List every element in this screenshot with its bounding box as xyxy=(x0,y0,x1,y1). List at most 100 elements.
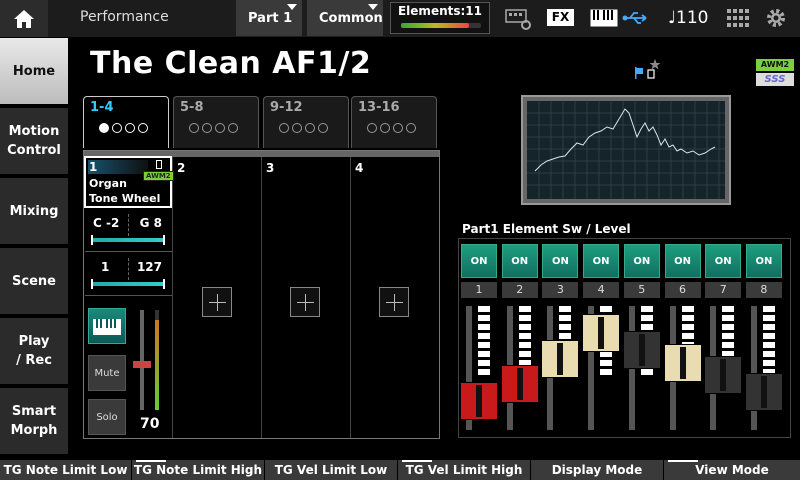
fader-cap[interactable] xyxy=(663,343,702,382)
element-6-number: 6 xyxy=(664,282,701,298)
fx-indicator[interactable]: FX xyxy=(547,9,574,26)
midi-settings-icon[interactable] xyxy=(505,7,533,31)
element-4-level-fader[interactable] xyxy=(582,302,621,430)
sss-badge: SSS xyxy=(756,73,794,86)
volume-meter-fill xyxy=(155,320,159,410)
tab-label: 1-4 xyxy=(90,100,114,115)
fader-cap[interactable] xyxy=(541,339,580,378)
fader-level-meter xyxy=(478,306,490,376)
element-3-number: 3 xyxy=(542,282,579,298)
element-7-level-fader[interactable] xyxy=(704,302,743,430)
keyboard-icon xyxy=(93,319,121,335)
element-8-number: 8 xyxy=(745,282,782,298)
fader-track xyxy=(750,306,757,430)
fader-cap[interactable] xyxy=(744,373,783,412)
home-button[interactable] xyxy=(0,0,48,37)
note-limit-high[interactable]: G 8 xyxy=(140,216,162,230)
velocity-limit-range[interactable]: 1 127 xyxy=(85,256,172,296)
element-2-on-button[interactable]: ON xyxy=(501,244,538,278)
element-6-level-fader[interactable] xyxy=(663,302,702,430)
keyboard-icon xyxy=(590,9,618,27)
tab-parts-5-8[interactable]: 5-8 xyxy=(173,96,259,148)
function-button-5[interactable]: Display Mode xyxy=(531,458,663,480)
element-1-on-button[interactable]: ON xyxy=(461,244,497,278)
part-menu[interactable]: Part 1 xyxy=(236,0,302,36)
fader-cap[interactable] xyxy=(704,356,743,395)
fader-cap[interactable] xyxy=(582,314,621,353)
function-button-label: TG Note Limit Low xyxy=(3,463,128,477)
function-button-3[interactable]: TG Vel Limit Low xyxy=(265,458,397,480)
tab-parts-9-12[interactable]: 9-12 xyxy=(263,96,349,148)
tab-parts-1-4[interactable]: 1-4 xyxy=(83,96,169,148)
common-menu[interactable]: Common xyxy=(307,0,383,36)
element-3-level-fader[interactable] xyxy=(541,302,580,430)
waveform-graph xyxy=(527,101,725,199)
vel-limit-high[interactable]: 127 xyxy=(137,260,162,274)
part-dots xyxy=(99,123,148,133)
elements-bar xyxy=(401,23,481,28)
part-number: 1 xyxy=(89,160,98,174)
add-part-button[interactable] xyxy=(290,287,320,317)
element-3-on-button[interactable]: ON xyxy=(542,244,579,278)
vel-limit-low[interactable]: 1 xyxy=(101,260,109,274)
function-button-indicator xyxy=(136,460,166,462)
keyboard-control-button[interactable] xyxy=(88,308,126,344)
note-limit-range[interactable]: C -2 G 8 xyxy=(85,212,172,252)
note-limit-low[interactable]: C -2 xyxy=(93,216,119,230)
sidebar-item-mixing[interactable]: Mixing xyxy=(0,178,68,246)
sidebar-item-play-rec[interactable]: Play / Rec xyxy=(0,318,68,386)
function-button-4[interactable]: TG Vel Limit High xyxy=(398,458,530,480)
element-6-on-button[interactable]: ON xyxy=(664,244,701,278)
flag-star-icon xyxy=(635,59,661,79)
sidebar-item-smart-morph[interactable]: Smart Morph xyxy=(0,388,68,456)
volume-slider-handle[interactable] xyxy=(133,361,151,368)
part-column-4[interactable]: 4 xyxy=(351,157,439,438)
grid-icon[interactable] xyxy=(727,9,749,27)
performance-title[interactable]: The Clean AF1/2 xyxy=(90,46,371,81)
waveform-display xyxy=(527,101,725,199)
fader-cap[interactable] xyxy=(460,381,498,420)
tab-parts-13-16[interactable]: 13-16 xyxy=(351,96,437,148)
tempo-display[interactable]: ♩110 xyxy=(668,8,708,28)
element-1-number: 1 xyxy=(461,282,497,298)
mute-button[interactable]: Mute xyxy=(88,355,126,391)
volume-value: 70 xyxy=(140,416,160,432)
volume-slider-track[interactable] xyxy=(140,310,144,410)
part-number: 3 xyxy=(266,161,275,175)
note-range-bar xyxy=(91,235,165,245)
function-button-1[interactable]: TG Note Limit Low xyxy=(0,458,131,480)
part-column-3[interactable]: 3 xyxy=(262,157,351,438)
function-button-label: TG Note Limit High xyxy=(133,463,263,477)
part-column-2[interactable]: 2 xyxy=(173,157,262,438)
function-button-2[interactable]: TG Note Limit High xyxy=(132,458,264,480)
element-2-level-fader[interactable] xyxy=(500,302,539,430)
element-7-number: 7 xyxy=(705,282,742,298)
element-8-level-fader[interactable] xyxy=(744,302,783,430)
part-number: 2 xyxy=(177,161,186,175)
solo-button[interactable]: Solo xyxy=(88,399,126,435)
sidebar-item-label: Motion Control xyxy=(7,124,61,158)
element-5-level-fader[interactable] xyxy=(622,302,661,430)
sidebar-item-motion-control[interactable]: Motion Control xyxy=(0,108,68,176)
element-8-on-button[interactable]: ON xyxy=(745,244,782,278)
function-button-label: TG Vel Limit High xyxy=(405,463,523,477)
element-4-on-button[interactable]: ON xyxy=(583,244,620,278)
tab-label: 13-16 xyxy=(358,100,400,115)
sidebar-item-scene[interactable]: Scene xyxy=(0,248,68,316)
part-type-icon xyxy=(156,160,162,169)
fader-cap[interactable] xyxy=(622,331,661,370)
tab-label: 9-12 xyxy=(270,100,303,115)
gear-icon[interactable] xyxy=(765,7,787,29)
function-button-6[interactable]: View Mode xyxy=(664,458,800,480)
fader-cap[interactable] xyxy=(500,364,539,403)
element-4-number: 4 xyxy=(583,282,620,298)
part1-voice[interactable]: 1 AWM2 Organ Tone Wheel xyxy=(84,156,174,208)
add-part-button[interactable] xyxy=(379,287,409,317)
home-icon xyxy=(14,9,34,28)
element-7-on-button[interactable]: ON xyxy=(705,244,742,278)
element-1-level-fader[interactable] xyxy=(460,302,498,430)
sidebar-item-home[interactable]: Home xyxy=(0,38,68,106)
part-dots xyxy=(367,123,416,133)
element-5-on-button[interactable]: ON xyxy=(623,244,660,278)
add-part-button[interactable] xyxy=(202,287,232,317)
